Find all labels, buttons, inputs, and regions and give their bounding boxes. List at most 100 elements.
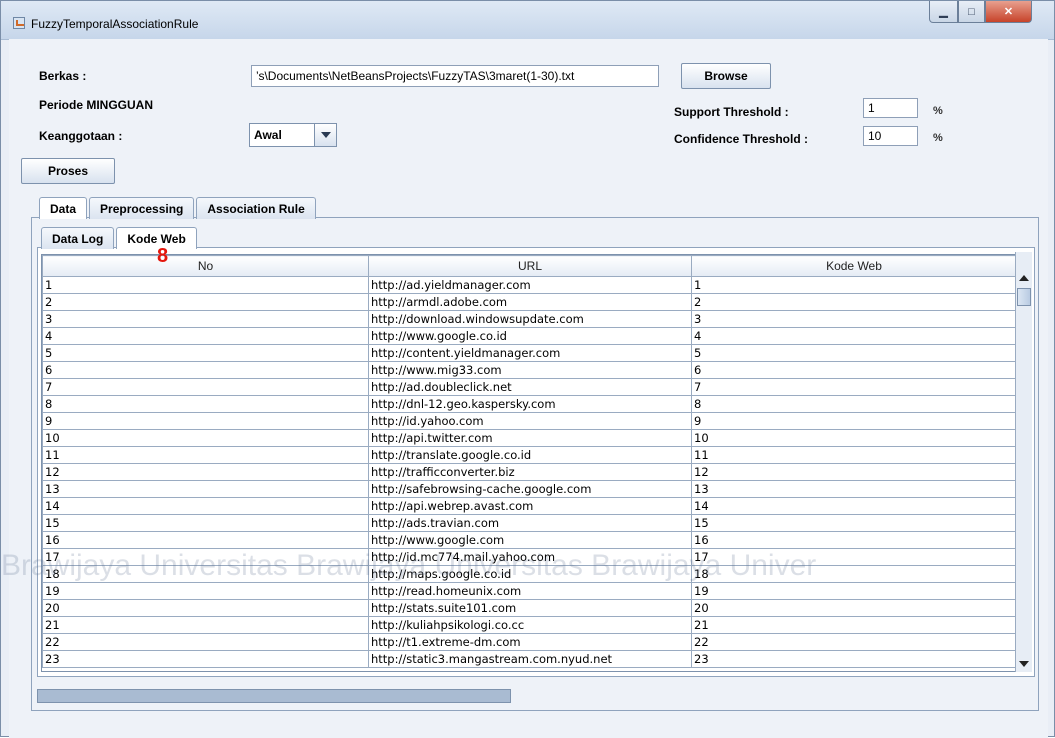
cell-url[interactable]: http://read.homeunix.com — [368, 582, 692, 600]
scroll-down-arrow-icon[interactable] — [1016, 656, 1032, 672]
cell-kode-web[interactable]: 23 — [691, 650, 1016, 668]
table-row[interactable]: 6 http://www.mig33.com 6 — [42, 361, 1016, 379]
title-bar[interactable]: FuzzyTemporalAssociationRule ▁ □ ✕ — [1, 1, 1054, 40]
cell-url[interactable]: http://api.webrep.avast.com — [368, 497, 692, 515]
cell-no[interactable]: 10 — [42, 429, 369, 447]
tab-data-log[interactable]: Data Log — [41, 227, 115, 249]
table-row[interactable]: 16 http://www.google.com 16 — [42, 531, 1016, 549]
berkas-path-field[interactable]: ’s\Documents\NetBeansProjects\FuzzyTAS\3… — [251, 65, 659, 87]
cell-url[interactable]: http://id.mc774.mail.yahoo.com — [368, 548, 692, 566]
cell-no[interactable]: 6 — [42, 361, 369, 379]
cell-no[interactable]: 8 — [42, 395, 369, 413]
cell-no[interactable]: 3 — [42, 310, 369, 328]
table-row[interactable]: 9 http://id.yahoo.com 9 — [42, 412, 1016, 430]
table-row[interactable]: 20 http://stats.suite101.com 20 — [42, 599, 1016, 617]
table-row[interactable]: 5 http://content.yieldmanager.com 5 — [42, 344, 1016, 362]
table-row[interactable]: 7 http://ad.doubleclick.net 7 — [42, 378, 1016, 396]
cell-kode-web[interactable]: 4 — [691, 327, 1016, 345]
cell-no[interactable]: 11 — [42, 446, 369, 464]
cell-no[interactable]: 20 — [42, 599, 369, 617]
cell-kode-web[interactable]: 20 — [691, 599, 1016, 617]
table-row[interactable]: 3 http://download.windowsupdate.com 3 — [42, 310, 1016, 328]
cell-kode-web[interactable]: 7 — [691, 378, 1016, 396]
cell-kode-web[interactable]: 15 — [691, 514, 1016, 532]
table-row[interactable]: 4 http://www.google.co.id 4 — [42, 327, 1016, 345]
cell-kode-web[interactable]: 5 — [691, 344, 1016, 362]
cell-kode-web[interactable]: 6 — [691, 361, 1016, 379]
table-row[interactable]: 1 http://ad.yieldmanager.com 1 — [42, 276, 1016, 294]
cell-no[interactable]: 14 — [42, 497, 369, 515]
table-row[interactable]: 18 http://maps.google.co.id 18 — [42, 565, 1016, 583]
cell-no[interactable]: 1 — [42, 276, 369, 294]
tab-preprocessing[interactable]: Preprocessing — [89, 197, 195, 219]
cell-kode-web[interactable]: 9 — [691, 412, 1016, 430]
cell-kode-web[interactable]: 22 — [691, 633, 1016, 651]
cell-kode-web[interactable]: 8 — [691, 395, 1016, 413]
cell-no[interactable]: 22 — [42, 633, 369, 651]
table-row[interactable]: 12 http://trafficconverter.biz 12 — [42, 463, 1016, 481]
cell-url[interactable]: http://armdl.adobe.com — [368, 293, 692, 311]
chevron-down-icon[interactable] — [314, 124, 336, 146]
cell-no[interactable]: 12 — [42, 463, 369, 481]
cell-no[interactable]: 23 — [42, 650, 369, 668]
cell-url[interactable]: http://trafficconverter.biz — [368, 463, 692, 481]
column-header-kode-web[interactable]: Kode Web — [691, 255, 1016, 277]
table-row[interactable]: 14 http://api.webrep.avast.com 14 — [42, 497, 1016, 515]
browse-button[interactable]: Browse — [681, 63, 771, 89]
cell-url[interactable]: http://api.twitter.com — [368, 429, 692, 447]
cell-url[interactable]: http://kuliahpsikologi.co.cc — [368, 616, 692, 634]
table-row[interactable]: 19 http://read.homeunix.com 19 — [42, 582, 1016, 600]
column-header-no[interactable]: No — [42, 255, 369, 277]
cell-no[interactable]: 16 — [42, 531, 369, 549]
cell-no[interactable]: 13 — [42, 480, 369, 498]
cell-url[interactable]: http://www.google.co.id — [368, 327, 692, 345]
table-row[interactable]: 11 http://translate.google.co.id 11 — [42, 446, 1016, 464]
scroll-up-arrow-icon[interactable] — [1016, 270, 1032, 286]
cell-kode-web[interactable]: 11 — [691, 446, 1016, 464]
cell-url[interactable]: http://id.yahoo.com — [368, 412, 692, 430]
cell-url[interactable]: http://translate.google.co.id — [368, 446, 692, 464]
cell-kode-web[interactable]: 17 — [691, 548, 1016, 566]
cell-kode-web[interactable]: 13 — [691, 480, 1016, 498]
cell-url[interactable]: http://stats.suite101.com — [368, 599, 692, 617]
cell-no[interactable]: 4 — [42, 327, 369, 345]
tab-data[interactable]: Data — [39, 197, 88, 219]
cell-kode-web[interactable]: 2 — [691, 293, 1016, 311]
cell-no[interactable]: 9 — [42, 412, 369, 430]
cell-url[interactable]: http://maps.google.co.id — [368, 565, 692, 583]
support-threshold-input[interactable]: 1 — [863, 98, 918, 118]
minimize-button[interactable]: ▁ — [929, 1, 958, 23]
cell-url[interactable]: http://download.windowsupdate.com — [368, 310, 692, 328]
cell-no[interactable]: 21 — [42, 616, 369, 634]
cell-url[interactable]: http://static3.mangastream.com.nyud.net — [368, 650, 692, 668]
table-row[interactable]: 17 http://id.mc774.mail.yahoo.com 17 — [42, 548, 1016, 566]
cell-no[interactable]: 5 — [42, 344, 369, 362]
table-row[interactable]: 8 http://dnl-12.geo.kaspersky.com 8 — [42, 395, 1016, 413]
cell-url[interactable]: http://ad.doubleclick.net — [368, 378, 692, 396]
cell-url[interactable]: http://www.mig33.com — [368, 361, 692, 379]
cell-no[interactable]: 17 — [42, 548, 369, 566]
keanggotaan-select[interactable]: Awal — [249, 123, 337, 147]
cell-no[interactable]: 18 — [42, 565, 369, 583]
table-row[interactable]: 2 http://armdl.adobe.com 2 — [42, 293, 1016, 311]
table-row[interactable]: 21 http://kuliahpsikologi.co.cc 21 — [42, 616, 1016, 634]
vertical-scrollbar[interactable] — [1015, 252, 1032, 672]
cell-kode-web[interactable]: 3 — [691, 310, 1016, 328]
tab-association-rule[interactable]: Association Rule — [196, 197, 316, 219]
close-button[interactable]: ✕ — [985, 1, 1032, 23]
table-row[interactable]: 15 http://ads.travian.com 15 — [42, 514, 1016, 532]
cell-url[interactable]: http://safebrowsing-cache.google.com — [368, 480, 692, 498]
cell-url[interactable]: http://dnl-12.geo.kaspersky.com — [368, 395, 692, 413]
table-row[interactable]: 22 http://t1.extreme-dm.com 22 — [42, 633, 1016, 651]
cell-no[interactable]: 7 — [42, 378, 369, 396]
cell-url[interactable]: http://content.yieldmanager.com — [368, 344, 692, 362]
scroll-thumb[interactable] — [1017, 288, 1031, 306]
cell-kode-web[interactable]: 18 — [691, 565, 1016, 583]
table-row[interactable]: 10 http://api.twitter.com 10 — [42, 429, 1016, 447]
confidence-threshold-input[interactable]: 10 — [863, 126, 918, 146]
cell-no[interactable]: 2 — [42, 293, 369, 311]
cell-no[interactable]: 15 — [42, 514, 369, 532]
cell-url[interactable]: http://ads.travian.com — [368, 514, 692, 532]
table-row[interactable]: 23 http://static3.mangastream.com.nyud.ne… — [42, 650, 1016, 668]
cell-kode-web[interactable]: 16 — [691, 531, 1016, 549]
